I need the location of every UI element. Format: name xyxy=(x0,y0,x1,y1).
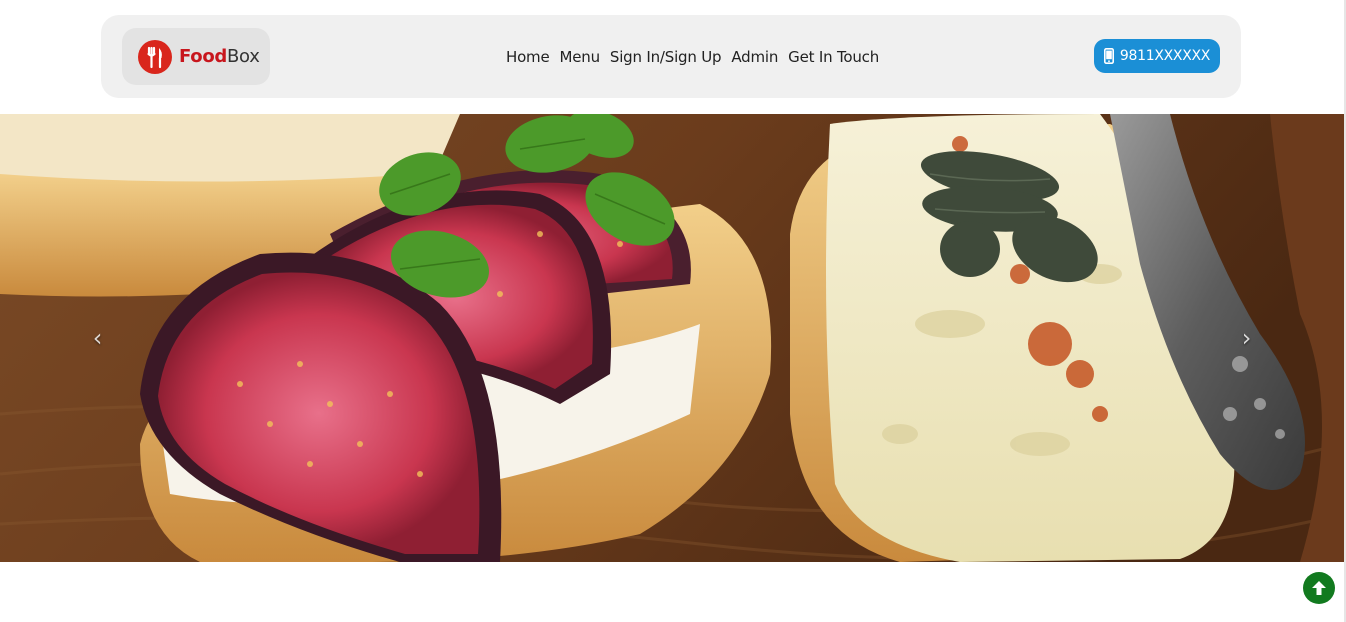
brand-name-box: Box xyxy=(226,46,260,67)
navbar: FoodBox Home Menu Sign In/Sign Up Admin … xyxy=(101,15,1241,98)
nav-get-in-touch[interactable]: Get In Touch xyxy=(788,48,879,66)
nav-sign-in[interactable]: Sign In/Sign Up xyxy=(610,48,722,66)
chevron-left-icon: ‹ xyxy=(92,324,103,352)
brand-logo[interactable]: FoodBox xyxy=(122,28,270,85)
brand-name: FoodBox xyxy=(179,46,260,67)
mobile-phone-icon xyxy=(1103,48,1114,64)
phone-number: 9811XXXXXX xyxy=(1119,48,1211,64)
scroll-to-top-button[interactable] xyxy=(1303,572,1335,604)
hero-carousel: ‹ › xyxy=(0,114,1344,562)
arrow-up-circle-icon xyxy=(1312,581,1326,595)
utensils-icon xyxy=(138,39,172,74)
nav-admin[interactable]: Admin xyxy=(731,48,778,66)
carousel-next-button[interactable]: › xyxy=(1149,114,1344,562)
nav-home[interactable]: Home xyxy=(506,48,550,66)
hero-image xyxy=(0,114,1344,562)
nav-links: Home Menu Sign In/Sign Up Admin Get In T… xyxy=(506,15,879,98)
phone-button[interactable]: 9811XXXXXX xyxy=(1094,39,1220,73)
brand-name-food: Food xyxy=(179,46,227,67)
nav-menu[interactable]: Menu xyxy=(560,48,601,66)
carousel-prev-button[interactable]: ‹ xyxy=(0,114,195,562)
chevron-right-icon: › xyxy=(1241,324,1252,352)
